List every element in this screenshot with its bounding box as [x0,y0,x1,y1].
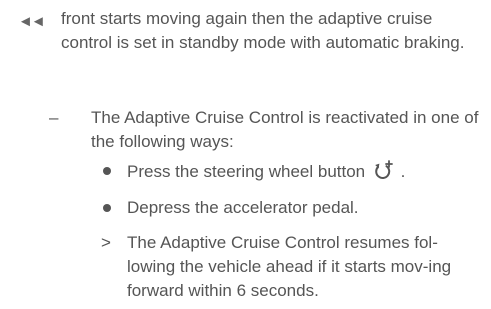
bullet-item-accelerator: Depress the accelerator pedal. [103,196,477,220]
bullet-text-end: . [400,162,406,181]
continuation-marker: ◄◄ [18,13,46,30]
intro-paragraph: front starts moving again then the adapt… [61,9,465,52]
bullet-dot [103,167,111,175]
bullet-dot [103,204,111,212]
manual-page: ◄◄ front starts moving again then the ad… [0,0,491,309]
bullet-text: Press the steering wheel button [127,162,366,181]
step-text: The Adaptive Cruise Control is reactivat… [91,108,479,151]
result-text: The Adaptive Cruise Control resumes fol-… [127,233,452,300]
step-item: – The Adaptive Cruise Control is reactiv… [49,106,481,154]
bullet-item-steering-button: Press the steering wheel button . [103,159,477,188]
result-item: > The Adaptive Cruise Control resumes fo… [101,231,457,303]
resume-cruise-icon [372,159,394,188]
result-marker: > [101,233,111,252]
bullet-text: Depress the accelerator pedal. [127,198,359,217]
step-marker: – [49,108,59,127]
